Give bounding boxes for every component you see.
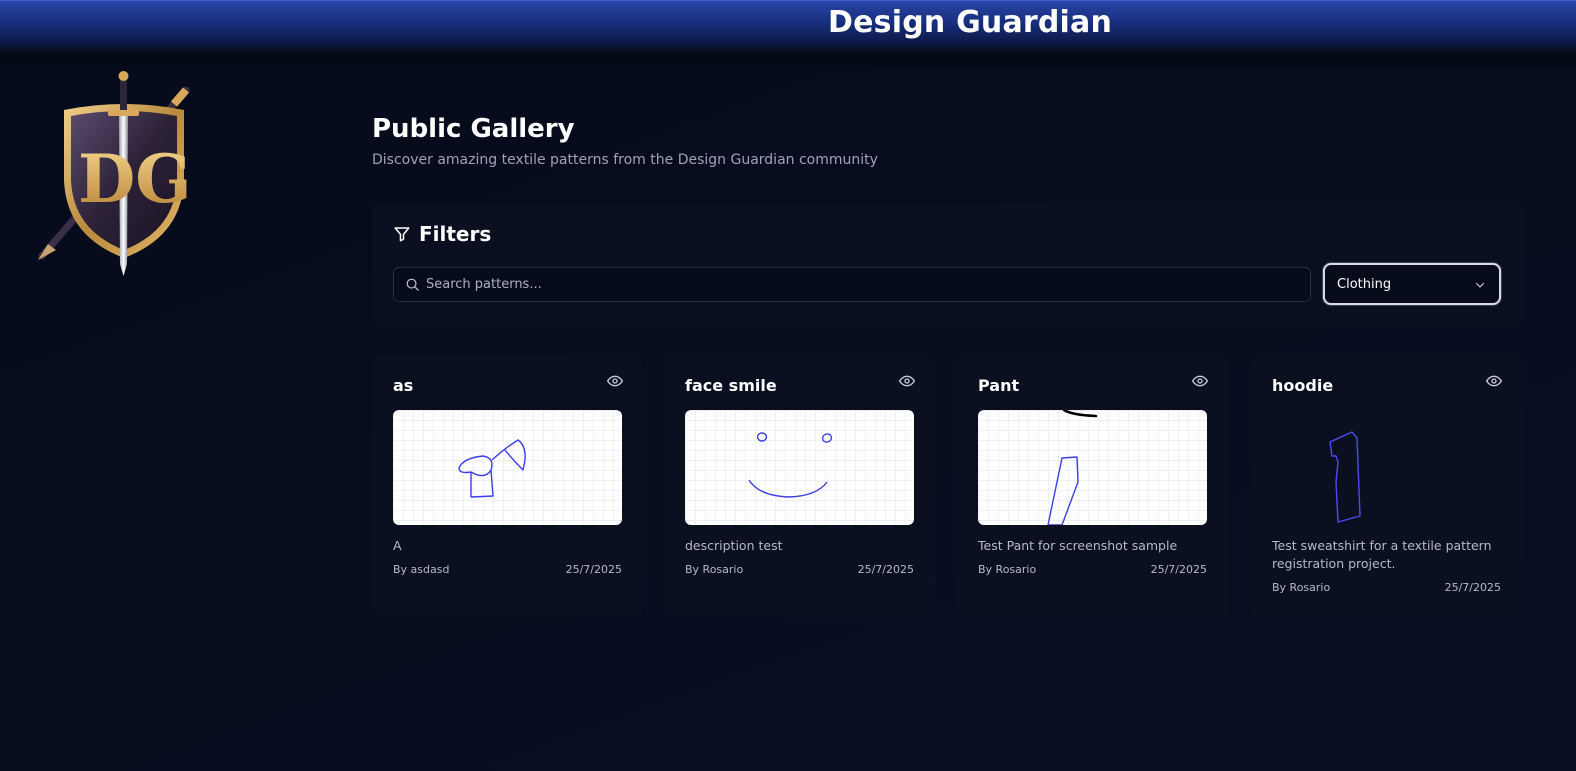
pattern-preview[interactable] [978,410,1207,525]
pattern-title: Pant [978,376,1020,395]
pattern-meta: By Rosario 25/7/2025 [978,563,1207,576]
pattern-author: By asdasd [393,563,450,576]
page: Design Guardian DG Public Gallery Discov… [0,0,1576,771]
pattern-description: Test sweatshirt for a textile pattern re… [1272,538,1492,571]
pattern-title: as [393,376,414,395]
page-title: Public Gallery [372,114,575,144]
search-input[interactable] [426,268,1296,301]
pattern-sketch [1047,410,1098,525]
pattern-sketch [1329,431,1361,523]
pattern-preview[interactable] [1272,410,1501,525]
pattern-description: Test Pant for screenshot sample [978,538,1178,553]
header-shadow [0,52,1576,69]
pattern-description: A [393,538,402,553]
pattern-preview[interactable] [685,410,914,525]
pattern-sketch [458,439,526,498]
pattern-date: 25/7/2025 [1150,563,1207,576]
filter-icon [394,227,410,242]
pattern-title: hoodie [1272,376,1334,395]
pattern-date: 25/7/2025 [1444,581,1501,594]
pattern-author: By Rosario [978,563,1037,576]
pattern-meta: By asdasd 25/7/2025 [393,563,622,576]
chevron-down-icon [1475,282,1485,288]
pattern-preview[interactable] [393,410,622,525]
pattern-card[interactable]: Pant Test Pant for screenshot sample By … [957,354,1228,618]
pattern-description: description test [685,538,783,553]
pattern-date: 25/7/2025 [857,563,914,576]
eye-icon[interactable] [1192,374,1208,388]
pattern-author: By Rosario [1272,581,1331,594]
eye-icon[interactable] [899,374,915,388]
pattern-sketch [748,432,833,498]
filters-heading: Filters [393,222,491,246]
pattern-title: face smile [685,376,777,395]
eye-icon[interactable] [1486,374,1502,388]
pattern-card[interactable]: hoodie Test sweatshirt for a textile pat… [1251,354,1522,618]
search-icon [406,278,419,291]
search-box[interactable] [393,267,1311,302]
logo-letters: DG [78,140,192,218]
design-guardian-logo[interactable]: DG [34,68,194,283]
filters-title: Filters [419,222,492,246]
eye-icon[interactable] [607,374,623,388]
pattern-author: By Rosario [685,563,744,576]
category-selected-value: Clothing [1337,277,1392,292]
filters-panel: Filters Clothing [372,204,1524,328]
category-select[interactable]: Clothing [1323,263,1501,305]
pattern-card[interactable]: face smile description test By Rosario 2… [664,354,935,618]
top-header-bar: Design Guardian [0,0,1576,52]
page-subtitle: Discover amazing textile patterns from t… [372,152,878,168]
pattern-date: 25/7/2025 [565,563,622,576]
pattern-meta: By Rosario 25/7/2025 [1272,581,1501,594]
pattern-card[interactable]: as A By asdasd 25/7/2025 [372,354,643,618]
pattern-meta: By Rosario 25/7/2025 [685,563,914,576]
app-title: Design Guardian [828,5,1113,40]
